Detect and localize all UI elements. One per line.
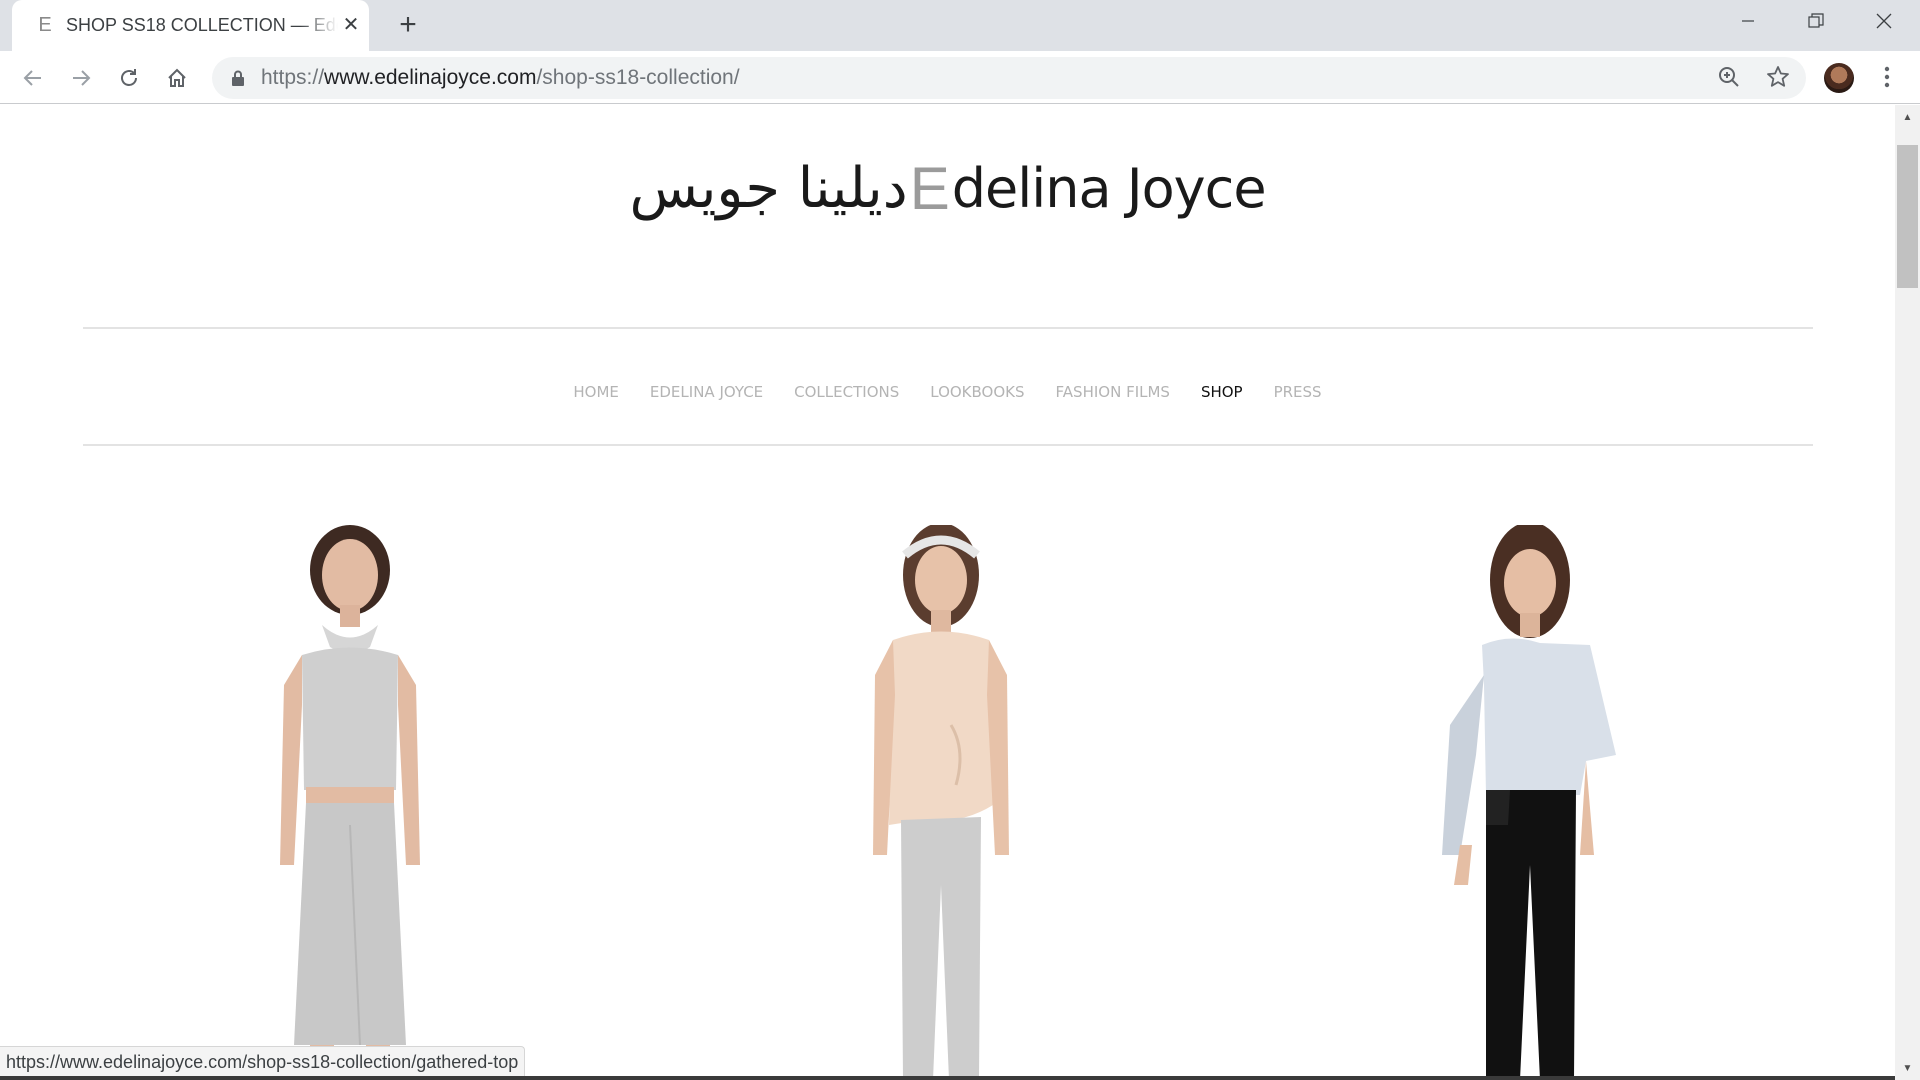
nav-edelina-joyce[interactable]: EDELINA JOYCE <box>650 383 763 401</box>
nav-collections[interactable]: COLLECTIONS <box>794 383 899 401</box>
logo-arabic: ديلينا جويس <box>629 155 908 221</box>
product-image[interactable] <box>1390 525 1670 1080</box>
back-icon[interactable] <box>16 61 50 95</box>
url-scheme: https:// <box>261 66 325 89</box>
vertical-scrollbar[interactable]: ▲ ▼ <box>1895 105 1920 1080</box>
url-text[interactable]: https://www.edelinajoyce.com/shop-ss18-c… <box>261 66 740 90</box>
maximize-icon[interactable] <box>1782 0 1850 42</box>
close-icon[interactable] <box>1850 0 1918 42</box>
url-path: /shop-ss18-collection/ <box>536 66 740 89</box>
menu-icon[interactable] <box>1872 62 1902 92</box>
main-navigation: HOME EDELINA JOYCE COLLECTIONS LOOKBOOKS… <box>0 377 1895 407</box>
nav-press[interactable]: PRESS <box>1274 383 1322 401</box>
product-grid <box>0 525 1895 1080</box>
title-bar: E SHOP SS18 COLLECTION — Edelina Joyce ✕… <box>0 0 1920 51</box>
nav-divider-bottom <box>83 444 1813 446</box>
minimize-icon[interactable] <box>1714 0 1782 42</box>
url-host: www.edelinajoyce.com <box>324 66 537 89</box>
browser-tab[interactable]: E SHOP SS18 COLLECTION — Edelina Joyce ✕ <box>12 0 369 51</box>
bottom-edge <box>0 1076 1895 1080</box>
nav-divider-top <box>83 327 1813 329</box>
nav-lookbooks[interactable]: LOOKBOOKS <box>930 383 1024 401</box>
avatar[interactable] <box>1824 63 1854 93</box>
nav-shop[interactable]: SHOP <box>1201 383 1243 401</box>
star-icon[interactable] <box>1763 62 1793 92</box>
browser-toolbar: https://www.edelinajoyce.com/shop-ss18-c… <box>0 51 1920 104</box>
logo-mark: E <box>909 154 950 222</box>
tab-favicon-icon: E <box>38 14 52 36</box>
nav-home[interactable]: HOME <box>573 383 619 401</box>
scrollbar-thumb[interactable] <box>1897 145 1918 288</box>
logo-english: delina Joyce <box>951 156 1267 220</box>
new-tab-button[interactable]: + <box>393 10 423 40</box>
scroll-down-icon[interactable]: ▼ <box>1895 1056 1920 1080</box>
zoom-icon[interactable] <box>1714 62 1744 92</box>
scroll-up-icon[interactable]: ▲ <box>1895 105 1920 129</box>
forward-icon[interactable] <box>64 61 98 95</box>
site-logo[interactable]: ديلينا جويس E delina Joyce <box>0 148 1895 228</box>
reload-icon[interactable] <box>112 61 146 95</box>
nav-fashion-films[interactable]: FASHION FILMS <box>1056 383 1170 401</box>
lock-icon[interactable] <box>228 68 248 88</box>
tab-close-icon[interactable]: ✕ <box>339 13 363 37</box>
web-page: ديلينا جويس E delina Joyce HOME EDELINA … <box>0 105 1895 1080</box>
status-bar-url: https://www.edelinajoyce.com/shop-ss18-c… <box>0 1046 526 1076</box>
address-bar[interactable]: https://www.edelinajoyce.com/shop-ss18-c… <box>212 57 1806 99</box>
home-icon[interactable] <box>160 61 194 95</box>
tab-title: SHOP SS18 COLLECTION — Edelina Joyce <box>66 15 338 35</box>
product-image[interactable] <box>801 525 1081 1080</box>
product-image[interactable] <box>210 525 490 1080</box>
